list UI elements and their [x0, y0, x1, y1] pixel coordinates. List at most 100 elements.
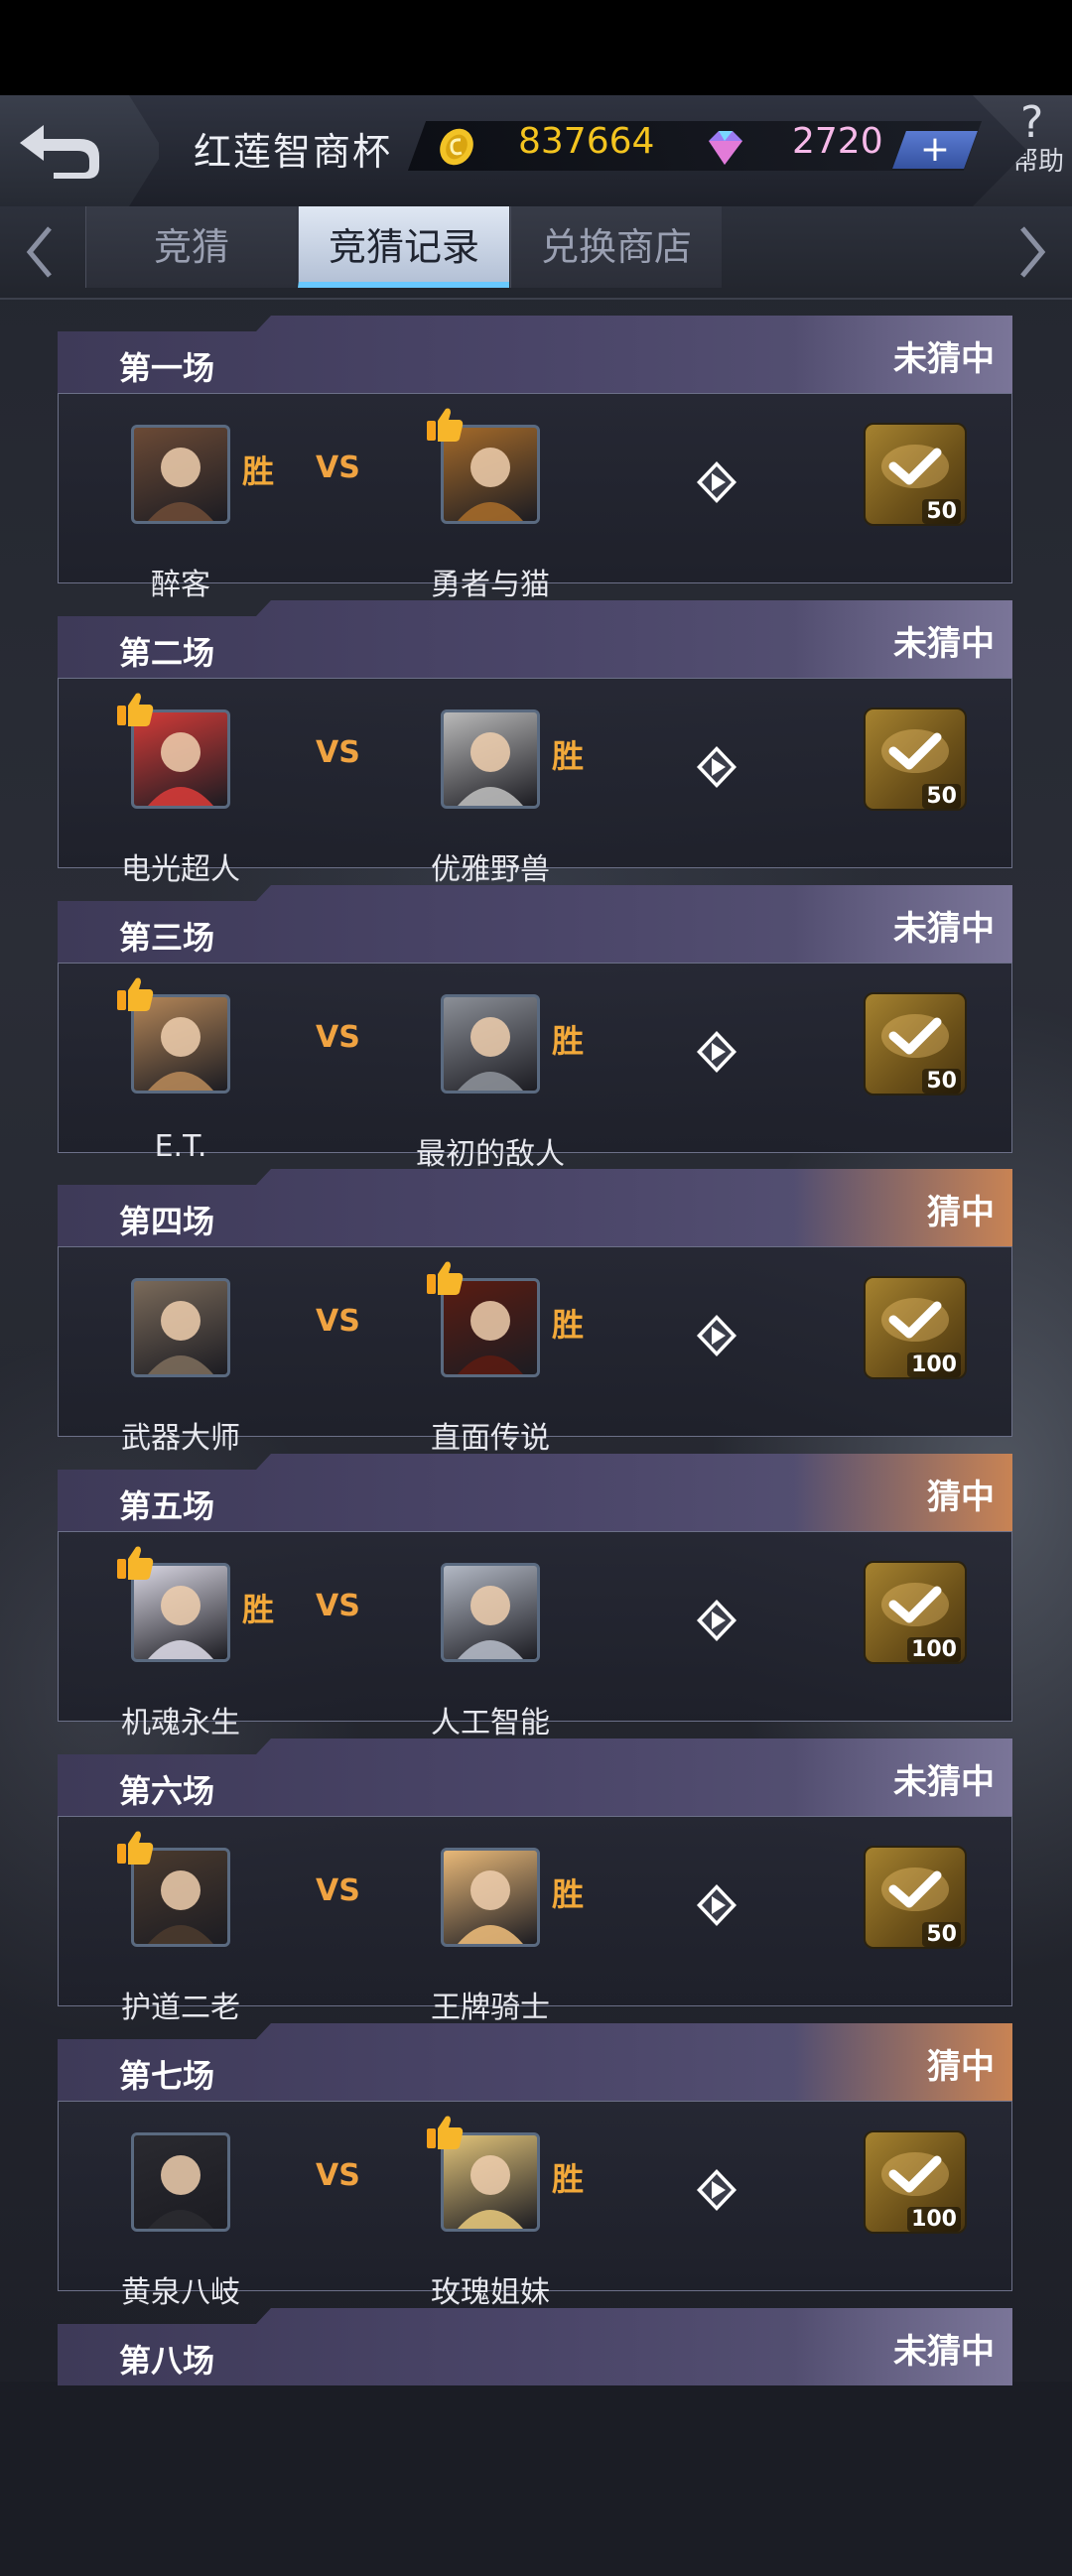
reward-amount: 100	[907, 1637, 961, 1662]
help-label: 帮助	[1012, 147, 1065, 177]
winner-mark: 胜	[552, 737, 585, 775]
vs-label: VS	[316, 1873, 360, 1908]
portrait-icon	[148, 2155, 213, 2229]
gem-icon	[709, 131, 742, 165]
winner-mark: 胜	[242, 452, 275, 490]
check-icon	[881, 1014, 949, 1058]
check-icon	[881, 1298, 949, 1342]
match-title: 第六场	[119, 1772, 215, 1810]
header-decoration	[67, 889, 186, 899]
vs-label: VS	[316, 1304, 360, 1339]
winner-mark: 胜	[552, 2160, 585, 2198]
match-card: 第八场 未猜中	[58, 2308, 1012, 2576]
portrait-icon	[458, 1586, 523, 1659]
thumbs-up-icon	[427, 1261, 464, 1295]
tab-exchange-shop[interactable]: 兑换商店	[510, 206, 722, 288]
winner-mark: 胜	[552, 1875, 585, 1913]
replay-play-icon[interactable]	[693, 2166, 740, 2214]
status-bar	[0, 0, 1072, 95]
portrait-icon	[458, 732, 523, 806]
reward-amount: 50	[922, 499, 961, 524]
check-icon	[881, 2152, 949, 2196]
check-icon	[881, 729, 949, 773]
guess-status: 猜中	[927, 1478, 995, 1517]
portrait-icon	[458, 1870, 523, 1944]
match-card: 第七场 猜中 黄泉八岐 VS 玫瑰姐妹胜 100	[58, 2023, 1012, 2310]
thumbs-up-icon	[117, 693, 154, 726]
tab-guess[interactable]: 竞猜	[85, 206, 297, 288]
check-icon	[881, 1868, 949, 1911]
chevron-right-icon[interactable]	[1012, 222, 1052, 282]
reward-chest[interactable]: 50	[864, 992, 967, 1095]
right-fighter-avatar[interactable]	[441, 709, 540, 809]
portrait-icon	[148, 1301, 213, 1374]
tab-guess-record[interactable]: 竞猜记录	[298, 206, 509, 288]
guess-status: 未猜中	[893, 624, 995, 664]
right-fighter-name: 人工智能	[431, 1706, 550, 1740]
reward-chest[interactable]: 100	[864, 1276, 967, 1379]
left-fighter-avatar[interactable]	[131, 2132, 230, 2232]
winner-mark: 胜	[552, 1306, 585, 1344]
gold-coin-icon	[440, 128, 473, 166]
right-fighter-name: 直面传说	[431, 1421, 550, 1456]
thumbs-up-icon	[427, 2116, 464, 2149]
reward-chest[interactable]: 50	[864, 423, 967, 526]
match-card: 第五场 猜中 机魂永生 VS 人工智能胜 100	[58, 1454, 1012, 1740]
replay-play-icon[interactable]	[693, 1881, 740, 1929]
left-fighter-avatar[interactable]	[131, 425, 230, 524]
right-fighter-avatar[interactable]	[441, 994, 540, 1094]
top-header: 红莲智商杯 837664 2720 + ? 帮助	[0, 95, 1072, 208]
match-card: 第三场 未猜中 E.T. VS 最初的敌人胜 50	[58, 885, 1012, 1172]
guess-status: 猜中	[927, 1193, 995, 1232]
replay-play-icon[interactable]	[693, 458, 740, 506]
check-icon	[881, 445, 949, 488]
thumbs-up-icon	[427, 408, 464, 442]
add-currency-button[interactable]: +	[892, 129, 978, 170]
left-fighter-name: 电光超人	[121, 852, 240, 887]
match-title: 第二场	[119, 634, 215, 672]
back-arrow-icon	[20, 125, 99, 179]
header-decoration	[67, 1742, 186, 1752]
match-card: 第二场 未猜中 电光超人 VS 优雅野兽胜 50	[58, 600, 1012, 887]
coin-amount: 837664	[518, 121, 655, 162]
header-decoration	[67, 2027, 186, 2037]
reward-chest[interactable]: 100	[864, 2130, 967, 2234]
left-fighter-name: 黄泉八岐	[121, 2275, 240, 2310]
match-title: 第五场	[119, 1487, 215, 1525]
reward-chest[interactable]: 50	[864, 708, 967, 811]
match-card: 第四场 猜中 武器大师 VS 直面传说胜 100	[58, 1169, 1012, 1456]
guess-status: 未猜中	[893, 909, 995, 949]
replay-play-icon[interactable]	[693, 1312, 740, 1359]
reward-chest[interactable]: 50	[864, 1846, 967, 1949]
reward-chest[interactable]: 100	[864, 1561, 967, 1664]
gem-amount: 2720	[792, 121, 883, 162]
replay-play-icon[interactable]	[693, 1028, 740, 1076]
left-fighter-name: 醉客	[151, 568, 210, 602]
back-button[interactable]	[0, 95, 159, 206]
chevron-left-icon[interactable]	[20, 222, 60, 282]
help-button[interactable]: ? 帮助	[973, 95, 1072, 206]
thumbs-up-icon	[117, 1546, 154, 1580]
guess-status: 未猜中	[893, 2332, 995, 2372]
guess-status: 未猜中	[893, 1762, 995, 1802]
reward-amount: 50	[922, 1922, 961, 1947]
page-title: 红莲智商杯	[194, 130, 393, 174]
left-fighter-name: 武器大师	[121, 1421, 240, 1456]
right-fighter-avatar[interactable]	[441, 1848, 540, 1947]
vs-label: VS	[316, 1589, 360, 1623]
right-fighter-avatar[interactable]	[441, 1563, 540, 1662]
thumbs-up-icon	[117, 1831, 154, 1865]
match-title: 第一场	[119, 349, 215, 387]
match-title: 第八场	[119, 2342, 215, 2380]
vs-label: VS	[316, 2158, 360, 2193]
winner-mark: 胜	[242, 1591, 275, 1628]
header-decoration	[67, 604, 186, 614]
right-fighter-name: 玫瑰姐妹	[431, 2275, 550, 2310]
match-card: 第六场 未猜中 护道二老 VS 王牌骑士胜 50	[58, 1739, 1012, 2025]
replay-play-icon[interactable]	[693, 1597, 740, 1644]
left-fighter-avatar[interactable]	[131, 1278, 230, 1377]
reward-amount: 50	[922, 1069, 961, 1094]
header-decoration	[67, 2312, 186, 2322]
replay-play-icon[interactable]	[693, 743, 740, 791]
match-title: 第七场	[119, 2057, 215, 2095]
